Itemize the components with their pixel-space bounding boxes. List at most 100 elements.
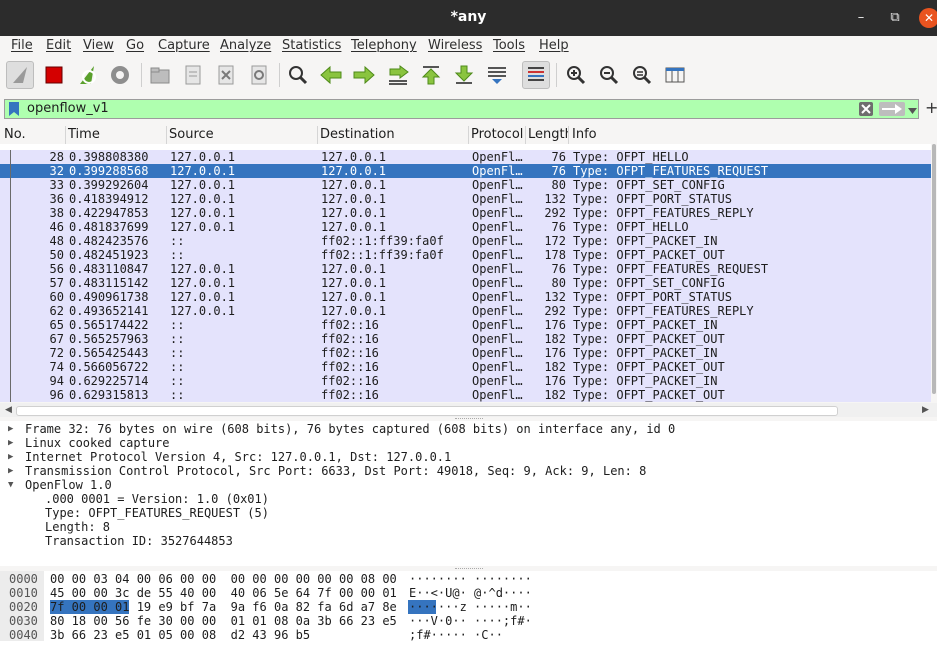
filter-dropdown-icon[interactable] [908, 104, 917, 114]
detail-tree-item[interactable]: Internet Protocol Version 4, Src: 127.0.… [25, 450, 451, 464]
column-divider[interactable] [525, 126, 526, 144]
menu-capture[interactable]: Capture [158, 38, 210, 53]
open-file-icon[interactable] [146, 61, 174, 89]
collapsed-arrow-icon[interactable]: ▶ [8, 452, 13, 462]
menu-help[interactable]: Help [539, 38, 569, 53]
detail-tree-item[interactable]: Type: OFPT_FEATURES_REQUEST (5) [45, 506, 269, 520]
detail-tree-item[interactable]: Linux cooked capture [25, 436, 170, 450]
packet-row[interactable]: 94 0.629225714:: ff02::16 OpenFl… 176 Type: O… [0, 374, 931, 388]
go-forward-icon[interactable] [350, 61, 378, 89]
stop-capture-icon[interactable] [40, 61, 68, 89]
packet-row[interactable]: 50 0.482451923:: ff02::1:ff39:fa0f OpenFl… 1… [0, 248, 931, 262]
go-to-packet-icon[interactable] [384, 61, 412, 89]
column-divider[interactable] [317, 126, 318, 144]
menu-view[interactable]: View [83, 38, 114, 53]
clear-filter-icon[interactable] [859, 102, 873, 116]
packet-row[interactable]: 33 0.399292604 127.0.0.1 127.0.0.1 OpenFl… 80… [0, 178, 931, 192]
column-header-no[interactable]: No. [4, 127, 26, 142]
close-file-icon[interactable] [212, 61, 240, 89]
menu-edit[interactable]: Edit [46, 38, 71, 53]
maximize-button[interactable]: ⧉ [885, 8, 905, 28]
resize-columns-icon[interactable] [661, 61, 689, 89]
packet-row[interactable]: 67 0.565257963:: ff02::16 OpenFl… 182 Type: O… [0, 332, 931, 346]
packet-list[interactable]: 28 0.398808380 127.0.0.1 127.0.0.1 OpenFl… 76… [0, 144, 931, 402]
expanded-arrow-icon[interactable]: ▼ [8, 480, 13, 490]
column-divider[interactable] [568, 126, 569, 144]
menu-go[interactable]: Go [126, 38, 144, 53]
go-back-icon[interactable] [317, 61, 345, 89]
packet-bytes-pane[interactable]: 0000 00 00 03 04 00 06 00 00 00 00 00 00 … [0, 571, 937, 653]
packet-list-vertical-scrollbar[interactable] [931, 144, 937, 402]
column-header-length[interactable]: Length [528, 127, 568, 142]
detail-tree-item[interactable]: Frame 32: 76 bytes on wire (608 bits), 7… [25, 422, 675, 436]
save-file-icon[interactable] [179, 61, 207, 89]
packet-row[interactable]: 56 0.483110847 127.0.0.1 127.0.0.1 OpenFl… 76… [0, 262, 931, 276]
colorize-icon[interactable] [522, 61, 550, 89]
menu-telephony[interactable]: Telephony [351, 38, 417, 53]
packet-row[interactable]: 32 0.399288568 127.0.0.1 127.0.0.1 OpenFl… 76… [0, 164, 931, 178]
packet-list-horizontal-scrollbar[interactable]: ◀ ▶ [0, 403, 937, 417]
packet-row[interactable]: 62 0.493652141 127.0.0.1 127.0.0.1 OpenFl… 29… [0, 304, 931, 318]
packet-length: 176 [544, 318, 566, 332]
menu-tools[interactable]: Tools [493, 38, 525, 53]
collapsed-arrow-icon[interactable]: ▶ [8, 466, 13, 476]
menu-bar: File Edit View Go Capture Analyze Statis… [0, 36, 937, 57]
capture-options-icon[interactable] [106, 61, 134, 89]
detail-tree-item[interactable]: .000 0001 = Version: 1.0 (0x01) [45, 492, 269, 506]
detail-tree-item[interactable]: Transmission Control Protocol, Src Port:… [25, 464, 646, 478]
packet-row[interactable]: 46 0.481837699 127.0.0.1 127.0.0.1 OpenFl… 76… [0, 220, 931, 234]
reload-file-icon[interactable] [245, 61, 273, 89]
packet-row[interactable]: 28 0.398808380 127.0.0.1 127.0.0.1 OpenFl… 76… [0, 150, 931, 164]
packet-row[interactable]: 60 0.490961738 127.0.0.1 127.0.0.1 OpenFl… 13… [0, 290, 931, 304]
detail-tree-item[interactable]: OpenFlow 1.0 [25, 478, 112, 492]
packet-row[interactable]: 74 0.566056722:: ff02::16 OpenFl… 182 Type: O… [0, 360, 931, 374]
normal-size-icon[interactable] [628, 61, 656, 89]
packet-details-pane[interactable]: ▶ Frame 32: 76 bytes on wire (608 bits), … [0, 421, 937, 566]
shark-fin-start-icon[interactable] [6, 61, 34, 89]
go-last-icon[interactable] [450, 61, 478, 89]
column-divider[interactable] [166, 126, 167, 144]
menu-statistics[interactable]: Statistics [282, 38, 341, 53]
packet-row[interactable]: 65 0.565174422:: ff02::16 OpenFl… 176 Type: O… [0, 318, 931, 332]
collapsed-arrow-icon[interactable]: ▶ [8, 424, 13, 434]
column-header-destination[interactable]: Destination [320, 127, 395, 142]
packet-row[interactable]: 96 0.629315813:: ff02::16 OpenFl… 182 Type: O… [0, 388, 931, 402]
display-filter-bar [4, 99, 919, 119]
packet-row[interactable]: 38 0.422947853 127.0.0.1 127.0.0.1 OpenFl… 29… [0, 206, 931, 220]
column-header-info[interactable]: Info [572, 127, 597, 142]
go-first-icon[interactable] [417, 61, 445, 89]
detail-tree-item[interactable]: Transaction ID: 3527644853 [45, 534, 233, 548]
find-packet-icon[interactable] [284, 61, 312, 89]
packet-protocol: OpenFl… [472, 276, 523, 290]
collapsed-arrow-icon[interactable]: ▶ [8, 438, 13, 448]
packet-row[interactable]: 72 0.565425443:: ff02::16 OpenFl… 176 Type: O… [0, 346, 931, 360]
zoom-in-icon[interactable] [562, 61, 590, 89]
packet-row[interactable]: 57 0.483115142 127.0.0.1 127.0.0.1 OpenFl… 80… [0, 276, 931, 290]
auto-scroll-icon[interactable] [483, 61, 511, 89]
column-header-protocol[interactable]: Protocol [471, 127, 523, 142]
display-filter-input[interactable] [27, 101, 847, 116]
packet-time: 0.482451923 [69, 248, 149, 262]
column-divider[interactable] [65, 126, 66, 144]
scroll-right-icon[interactable]: ▶ [922, 405, 929, 415]
menu-file[interactable]: File [11, 38, 33, 53]
packet-row[interactable]: 48 0.482423576:: ff02::1:ff39:fa0f OpenFl… 1… [0, 234, 931, 248]
scroll-left-icon[interactable]: ◀ [5, 405, 12, 415]
bookmark-icon[interactable] [9, 102, 19, 116]
packet-source: :: [170, 374, 185, 388]
packet-protocol: OpenFl… [472, 220, 523, 234]
apply-filter-icon[interactable] [879, 102, 905, 116]
packet-row[interactable]: 36 0.418394912 127.0.0.1 127.0.0.1 OpenFl… 13… [0, 192, 931, 206]
column-header-source[interactable]: Source [169, 127, 214, 142]
close-button[interactable]: ✕ [919, 8, 937, 28]
menu-wireless[interactable]: Wireless [428, 38, 482, 53]
add-filter-button-icon[interactable]: + [925, 100, 937, 116]
column-divider[interactable] [468, 126, 469, 144]
restart-capture-icon[interactable] [73, 61, 101, 89]
menu-analyze[interactable]: Analyze [220, 38, 271, 53]
zoom-out-icon[interactable] [595, 61, 623, 89]
minimize-button[interactable]: – [851, 8, 871, 28]
related-packet-marker [10, 248, 11, 262]
column-header-time[interactable]: Time [68, 127, 100, 142]
detail-tree-item[interactable]: Length: 8 [45, 520, 110, 534]
